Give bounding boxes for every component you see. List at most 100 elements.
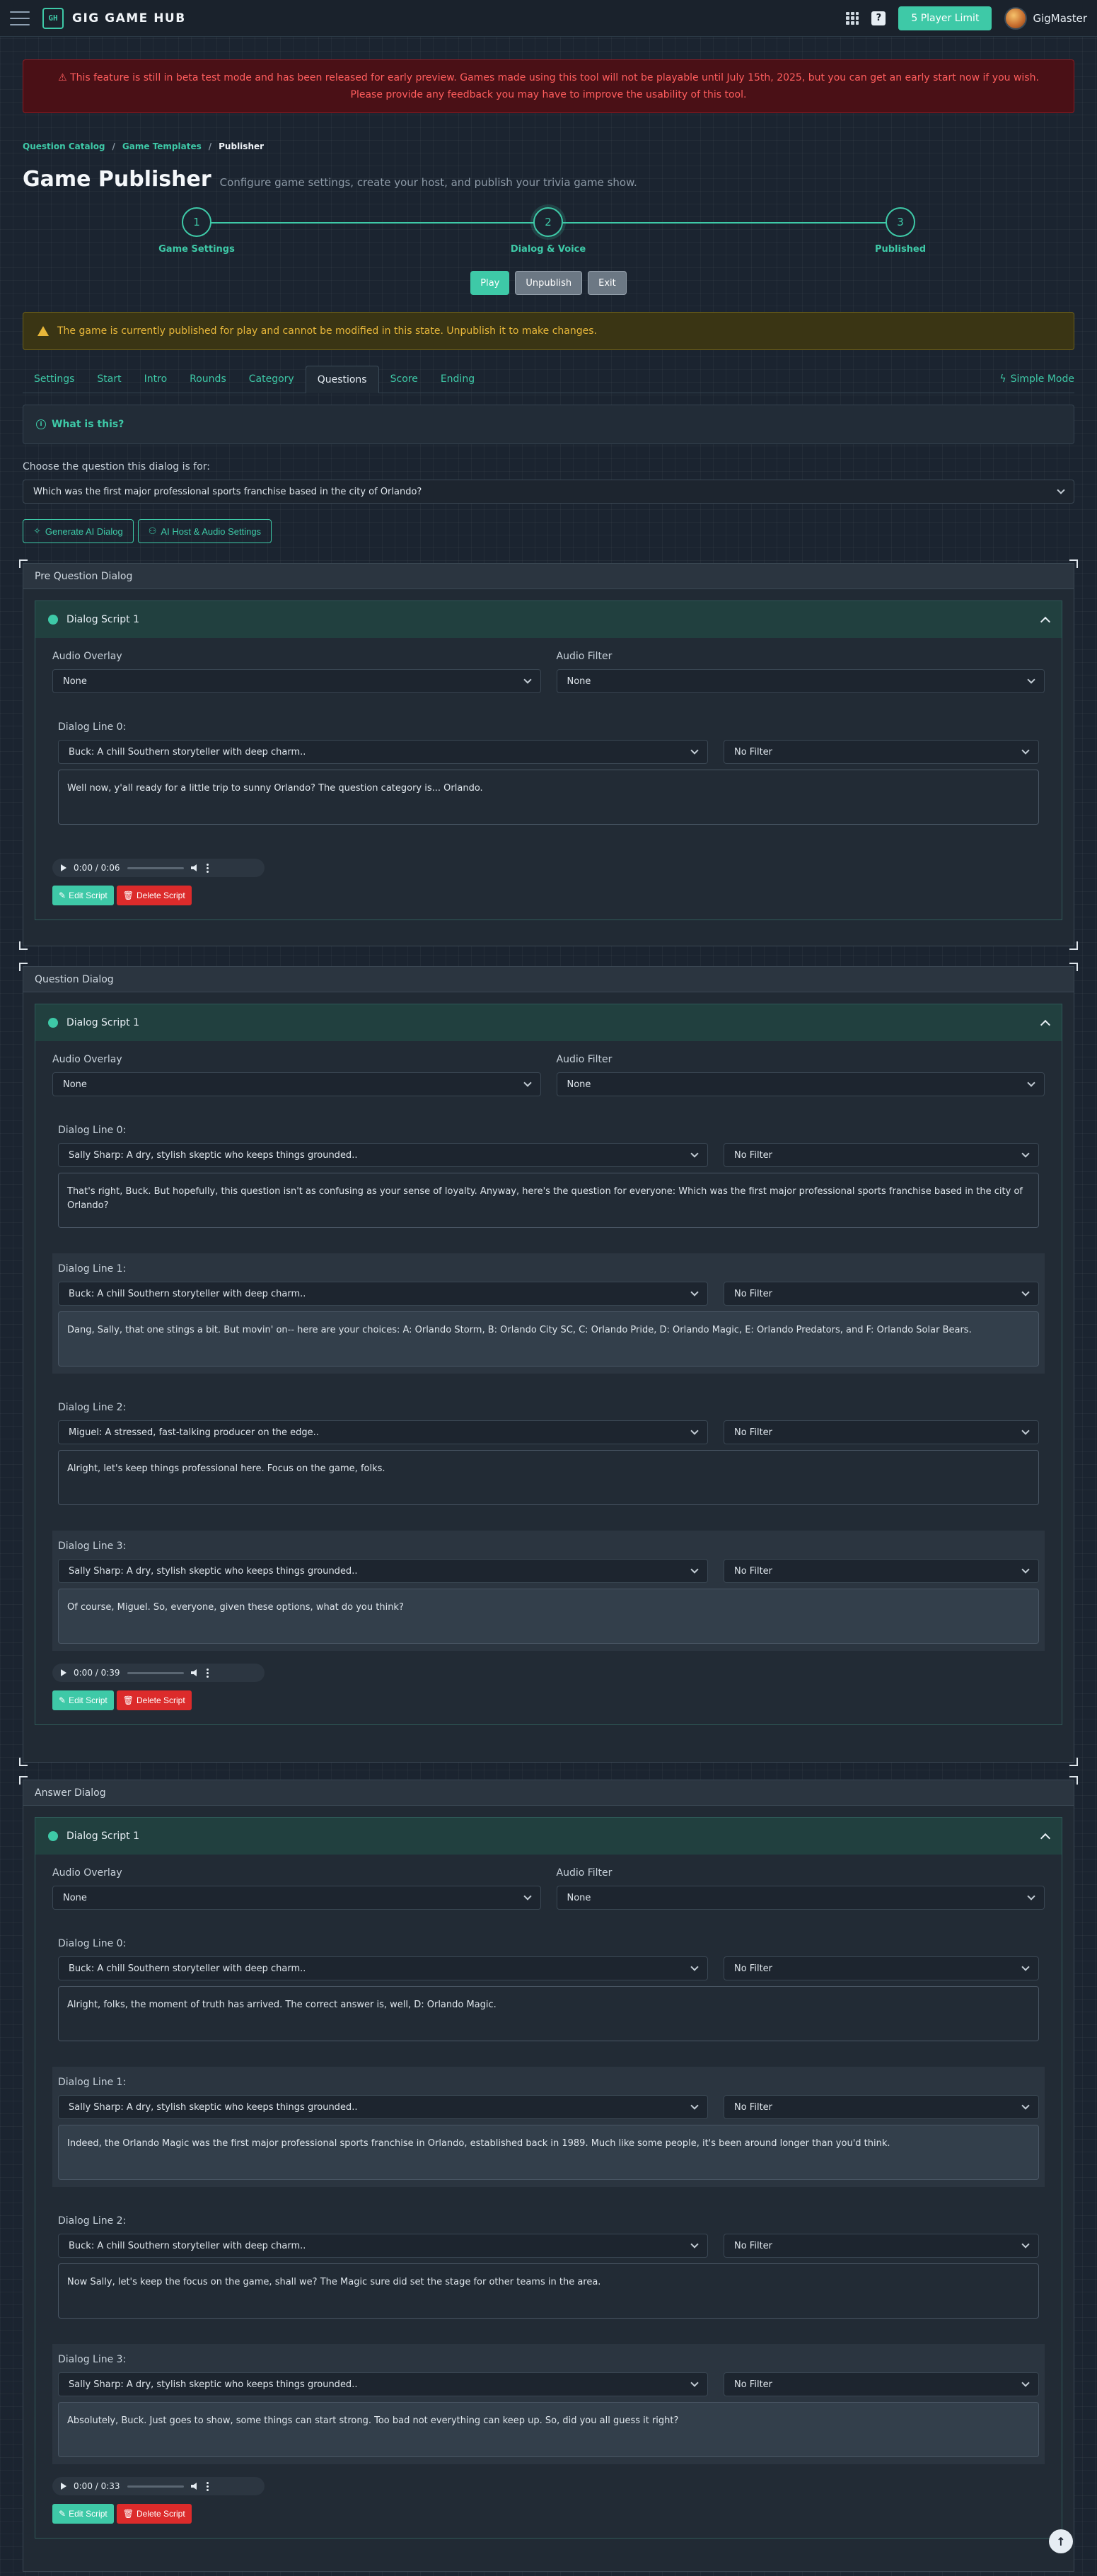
line-filter-select[interactable]: No Filter	[724, 1282, 1039, 1306]
edit-script-button[interactable]: ✎ Edit Script	[52, 1690, 114, 1710]
dialog-line-text[interactable]: Now Sally, let's keep the focus on the g…	[58, 2263, 1039, 2319]
line-filter-select[interactable]: No Filter	[724, 1143, 1039, 1167]
breadcrumb-question-catalog[interactable]: Question Catalog	[23, 141, 105, 151]
play-icon[interactable]	[61, 2483, 66, 2490]
dialog-line-text[interactable]: Alright, let's keep things professional …	[58, 1450, 1039, 1505]
line-filter-select[interactable]: No Filter	[724, 1956, 1039, 1980]
delete-script-button[interactable]: 🗑 Delete Script	[116, 2504, 192, 2524]
audio-filter-select[interactable]: None	[556, 1072, 1045, 1096]
breadcrumb-game-templates[interactable]: Game Templates	[122, 141, 202, 151]
dialog-line-text[interactable]: Dang, Sally, that one stings a bit. But …	[58, 1311, 1039, 1367]
tab-settings[interactable]: Settings	[23, 366, 86, 393]
dialog-line-text[interactable]: Well now, y'all ready for a little trip …	[58, 770, 1039, 825]
dialog-line-text[interactable]: Indeed, the Orlando Magic was the first …	[58, 2125, 1039, 2180]
dialog-line-text[interactable]: That's right, Buck. But hopefully, this …	[58, 1173, 1039, 1228]
dialog-line-text[interactable]: Of course, Miguel. So, everyone, given t…	[58, 1589, 1039, 1644]
speaker-select[interactable]: Buck: A chill Southern storyteller with …	[58, 740, 708, 764]
speaker-select[interactable]: Buck: A chill Southern storyteller with …	[58, 1282, 708, 1306]
audio-player[interactable]: 0:00 / 0:33	[52, 2477, 265, 2495]
dialog-script-header[interactable]: Dialog Script 1	[35, 601, 1062, 638]
edit-script-button[interactable]: ✎ Edit Script	[52, 2504, 114, 2524]
line-filter-select[interactable]: No Filter	[724, 1559, 1039, 1583]
what-is-this-panel[interactable]: i What is this?	[23, 405, 1074, 444]
more-options-icon[interactable]	[206, 863, 209, 873]
audio-player[interactable]: 0:00 / 0:39	[52, 1664, 265, 1682]
tab-score[interactable]: Score	[379, 366, 429, 393]
menu-icon[interactable]	[10, 11, 30, 25]
dialog-line-label: Dialog Line 0:	[58, 1125, 127, 1136]
dialog-line-text[interactable]: Absolutely, Buck. Just goes to show, som…	[58, 2402, 1039, 2457]
line-filter-select[interactable]: No Filter	[724, 2372, 1039, 2396]
tab-start[interactable]: Start	[86, 366, 132, 393]
step-game-settings[interactable]: 1 Game Settings	[140, 207, 253, 255]
line-filter-select[interactable]: No Filter	[724, 740, 1039, 764]
speaker-select[interactable]: Buck: A chill Southern storyteller with …	[58, 2234, 708, 2258]
chevron-down-icon	[1021, 2101, 1030, 2110]
simple-mode-toggle[interactable]: ϟ Simple Mode	[999, 366, 1074, 393]
step-published[interactable]: 3 Published	[844, 207, 957, 255]
unpublish-button[interactable]: Unpublish	[515, 271, 583, 295]
dialog-line-text[interactable]: Alright, folks, the moment of truth has …	[58, 1986, 1039, 2041]
breadcrumb-publisher: Publisher	[219, 141, 265, 151]
volume-icon[interactable]	[190, 2483, 197, 2490]
delete-script-button[interactable]: 🗑 Delete Script	[116, 886, 192, 905]
tab-category[interactable]: Category	[238, 366, 306, 393]
sparkle-icon: ✧	[33, 526, 41, 536]
speaker-select[interactable]: Miguel: A stressed, fast-talking produce…	[58, 1420, 708, 1444]
player-limit-button[interactable]: 5 Player Limit	[898, 6, 992, 30]
arrow-up-icon: ↑	[1056, 2534, 1066, 2548]
speaker-select[interactable]: Sally Sharp: A dry, stylish skeptic who …	[58, 1143, 708, 1167]
speaker-select[interactable]: Sally Sharp: A dry, stylish skeptic who …	[58, 2095, 708, 2119]
dialog-script-header[interactable]: Dialog Script 1	[35, 1004, 1062, 1041]
speaker-select[interactable]: Sally Sharp: A dry, stylish skeptic who …	[58, 1559, 708, 1583]
line-filter-select[interactable]: No Filter	[724, 2095, 1039, 2119]
more-options-icon[interactable]	[206, 2481, 209, 2491]
line-filter-select[interactable]: No Filter	[724, 2234, 1039, 2258]
tab-questions[interactable]: Questions	[305, 366, 379, 393]
question-select[interactable]: Which was the first major professional s…	[23, 480, 1074, 504]
step-dialog-voice[interactable]: 2 Dialog & Voice	[492, 207, 605, 255]
edit-script-label: Edit Script	[69, 890, 108, 900]
tab-ending[interactable]: Ending	[429, 366, 486, 393]
speaker-select[interactable]: Buck: A chill Southern storyteller with …	[58, 1956, 708, 1980]
chevron-up-icon[interactable]	[1040, 1019, 1051, 1031]
tab-rounds[interactable]: Rounds	[178, 366, 238, 393]
delete-script-button[interactable]: 🗑 Delete Script	[116, 1690, 192, 1710]
chevron-up-icon[interactable]	[1040, 1833, 1051, 1844]
published-warning: The game is currently published for play…	[23, 312, 1074, 350]
ai-host-audio-settings-button[interactable]: ⚇ AI Host & Audio Settings	[137, 519, 272, 543]
audio-progress-bar[interactable]	[127, 866, 184, 869]
audio-progress-bar[interactable]	[127, 1671, 184, 1674]
audio-filter-value: None	[567, 1079, 591, 1090]
play-icon[interactable]	[61, 1669, 66, 1676]
play-button[interactable]: Play	[470, 271, 510, 295]
lightning-icon: ϟ	[999, 373, 1006, 385]
tab-intro[interactable]: Intro	[133, 366, 179, 393]
audio-filter-select[interactable]: None	[556, 669, 1045, 693]
grid-icon[interactable]	[846, 11, 859, 25]
exit-button[interactable]: Exit	[588, 271, 627, 295]
audio-overlay-select[interactable]: None	[52, 1072, 541, 1096]
dialog-line: Dialog Line 2: Buck: A chill Southern st…	[52, 2205, 1045, 2326]
edit-icon: ✎	[59, 890, 66, 900]
dialog-line: Dialog Line 2: Miguel: A stressed, fast-…	[52, 1392, 1045, 1512]
audio-player[interactable]: 0:00 / 0:06	[52, 859, 265, 877]
play-icon[interactable]	[61, 864, 66, 871]
scroll-to-top-button[interactable]: ↑	[1049, 2529, 1073, 2553]
line-filter-select[interactable]: No Filter	[724, 1420, 1039, 1444]
brand[interactable]: GH GIG GAME HUB	[42, 7, 186, 29]
audio-overlay-select[interactable]: None	[52, 1886, 541, 1910]
generate-ai-dialog-button[interactable]: ✧ Generate AI Dialog	[23, 519, 134, 543]
speaker-select[interactable]: Sally Sharp: A dry, stylish skeptic who …	[58, 2372, 708, 2396]
volume-icon[interactable]	[190, 864, 197, 871]
more-options-icon[interactable]	[206, 1668, 209, 1678]
audio-progress-bar[interactable]	[127, 2485, 184, 2488]
audio-overlay-select[interactable]: None	[52, 669, 541, 693]
dialog-script-header[interactable]: Dialog Script 1	[35, 1818, 1062, 1855]
audio-filter-select[interactable]: None	[556, 1886, 1045, 1910]
chevron-up-icon[interactable]	[1040, 616, 1051, 627]
volume-icon[interactable]	[190, 1669, 197, 1676]
user-menu[interactable]: GigMaster	[1004, 6, 1087, 30]
help-icon[interactable]: ?	[871, 11, 886, 25]
edit-script-button[interactable]: ✎ Edit Script	[52, 886, 114, 905]
